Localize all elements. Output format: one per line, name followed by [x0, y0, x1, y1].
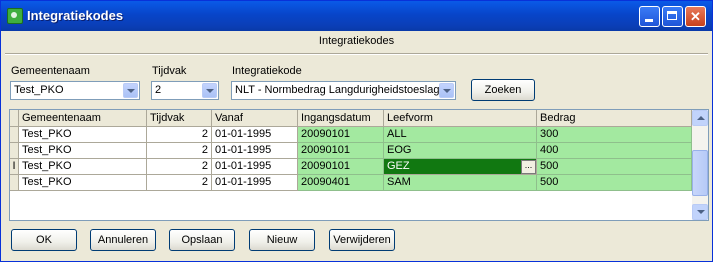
table-cell-bedrag[interactable]: 500	[537, 159, 692, 175]
ok-button[interactable]: OK	[11, 229, 77, 251]
table-cell-ingangsdatum[interactable]: 20090101	[298, 159, 384, 175]
table-cell-tijdvak[interactable]: 2	[147, 159, 212, 175]
table-cell-tijdvak[interactable]: 2	[147, 127, 212, 143]
close-icon: ✕	[690, 9, 701, 24]
scroll-up-icon[interactable]	[692, 110, 708, 126]
table-cell-ingangsdatum[interactable]: 20090101	[298, 143, 384, 159]
zoeken-button[interactable]: Zoeken	[471, 79, 535, 101]
annuleren-button[interactable]: Annuleren	[90, 229, 156, 251]
column-header-ingangsdatum[interactable]: Ingangsdatum	[298, 110, 384, 127]
window-title: Integratiekodes	[27, 8, 124, 23]
table-cell-gemeentenaam[interactable]: Test_PKO	[19, 159, 147, 175]
table-cell-gemeentenaam[interactable]: Test_PKO	[19, 143, 147, 159]
table-cell-gemeentenaam[interactable]: Test_PKO	[19, 127, 147, 143]
current-row-indicator[interactable]: I	[10, 159, 19, 175]
table-cell-leefvorm[interactable]: SAM	[384, 175, 537, 191]
table-cell-tijdvak[interactable]: 2	[147, 175, 212, 191]
close-button[interactable]: ✕	[685, 6, 706, 27]
button-bar: OK Annuleren Opslaan Nieuw Verwijderen	[5, 225, 708, 257]
table-cell-bedrag[interactable]: 300	[537, 127, 692, 143]
column-header-vanaf[interactable]: Vanaf	[212, 110, 298, 127]
tijdvak-label: Tijdvak	[152, 65, 187, 77]
table-cell-vanaf[interactable]: 01-01-1995	[212, 159, 298, 175]
table-cell-gemeentenaam[interactable]: Test_PKO	[19, 175, 147, 191]
data-grid[interactable]: Gemeentenaam Tijdvak Vanaf Ingangsdatum …	[9, 109, 709, 221]
title-bar[interactable]: Integratiekodes ✕	[1, 1, 712, 31]
table-cell-leefvorm[interactable]: ALL	[384, 127, 537, 143]
gemeentenaam-label: Gemeentenaam	[11, 65, 90, 77]
column-header-leefvorm[interactable]: Leefvorm	[384, 110, 537, 127]
maximize-icon	[667, 11, 677, 20]
verwijderen-button[interactable]: Verwijderen	[329, 229, 395, 251]
selected-cell-text: GEZ	[387, 160, 410, 172]
table-cell-ingangsdatum[interactable]: 20090401	[298, 175, 384, 191]
tijdvak-value: 2	[155, 84, 162, 96]
column-header-tijdvak[interactable]: Tijdvak	[147, 110, 212, 127]
maximize-button[interactable]	[662, 6, 683, 27]
vertical-scrollbar[interactable]	[692, 110, 708, 220]
minimize-button[interactable]	[639, 6, 660, 27]
scroll-down-icon[interactable]	[692, 204, 708, 220]
table-cell-vanaf[interactable]: 01-01-1995	[212, 127, 298, 143]
form-header: Integratiekodes	[318, 35, 395, 47]
table-cell-tijdvak[interactable]: 2	[147, 143, 212, 159]
table-cell-vanaf[interactable]: 01-01-1995	[212, 143, 298, 159]
row-indicator[interactable]	[10, 127, 19, 143]
gemeentenaam-select[interactable]: Test_PKO	[10, 81, 140, 100]
table-cell-bedrag[interactable]: 500	[537, 175, 692, 191]
table-cell-bedrag[interactable]: 400	[537, 143, 692, 159]
table-cell-ingangsdatum[interactable]: 20090101	[298, 127, 384, 143]
grid-corner	[10, 110, 19, 127]
chevron-down-icon[interactable]	[202, 83, 217, 98]
row-indicator[interactable]	[10, 143, 19, 159]
column-header-bedrag[interactable]: Bedrag	[537, 110, 692, 127]
table-cell-leefvorm[interactable]: EOG	[384, 143, 537, 159]
chevron-down-icon[interactable]	[439, 83, 454, 98]
table-cell-leefvorm-selected[interactable]: GEZ	[384, 159, 537, 175]
table-cell-vanaf[interactable]: 01-01-1995	[212, 175, 298, 191]
row-indicator[interactable]	[10, 175, 19, 191]
opslaan-button[interactable]: Opslaan	[169, 229, 235, 251]
integratiekode-select[interactable]: NLT - Normbedrag Langdurigheidstoeslag	[231, 81, 456, 100]
app-icon	[7, 8, 23, 24]
integratiekode-label: Integratiekode	[232, 65, 302, 77]
column-header-gemeentenaam[interactable]: Gemeentenaam	[19, 110, 147, 127]
gemeentenaam-value: Test_PKO	[14, 84, 64, 96]
chevron-down-icon[interactable]	[123, 83, 138, 98]
ellipsis-button[interactable]: ...	[521, 160, 536, 174]
minimize-icon	[645, 19, 653, 22]
integratiekode-value: NLT - Normbedrag Langdurigheidstoeslag	[235, 84, 440, 96]
nieuw-button[interactable]: Nieuw	[249, 229, 315, 251]
scrollbar-thumb[interactable]	[692, 150, 708, 196]
dialog-window: Integratiekodes ✕ Integratiekodes Gemeen…	[0, 0, 713, 262]
tijdvak-select[interactable]: 2	[151, 81, 219, 100]
header-divider	[5, 53, 708, 55]
